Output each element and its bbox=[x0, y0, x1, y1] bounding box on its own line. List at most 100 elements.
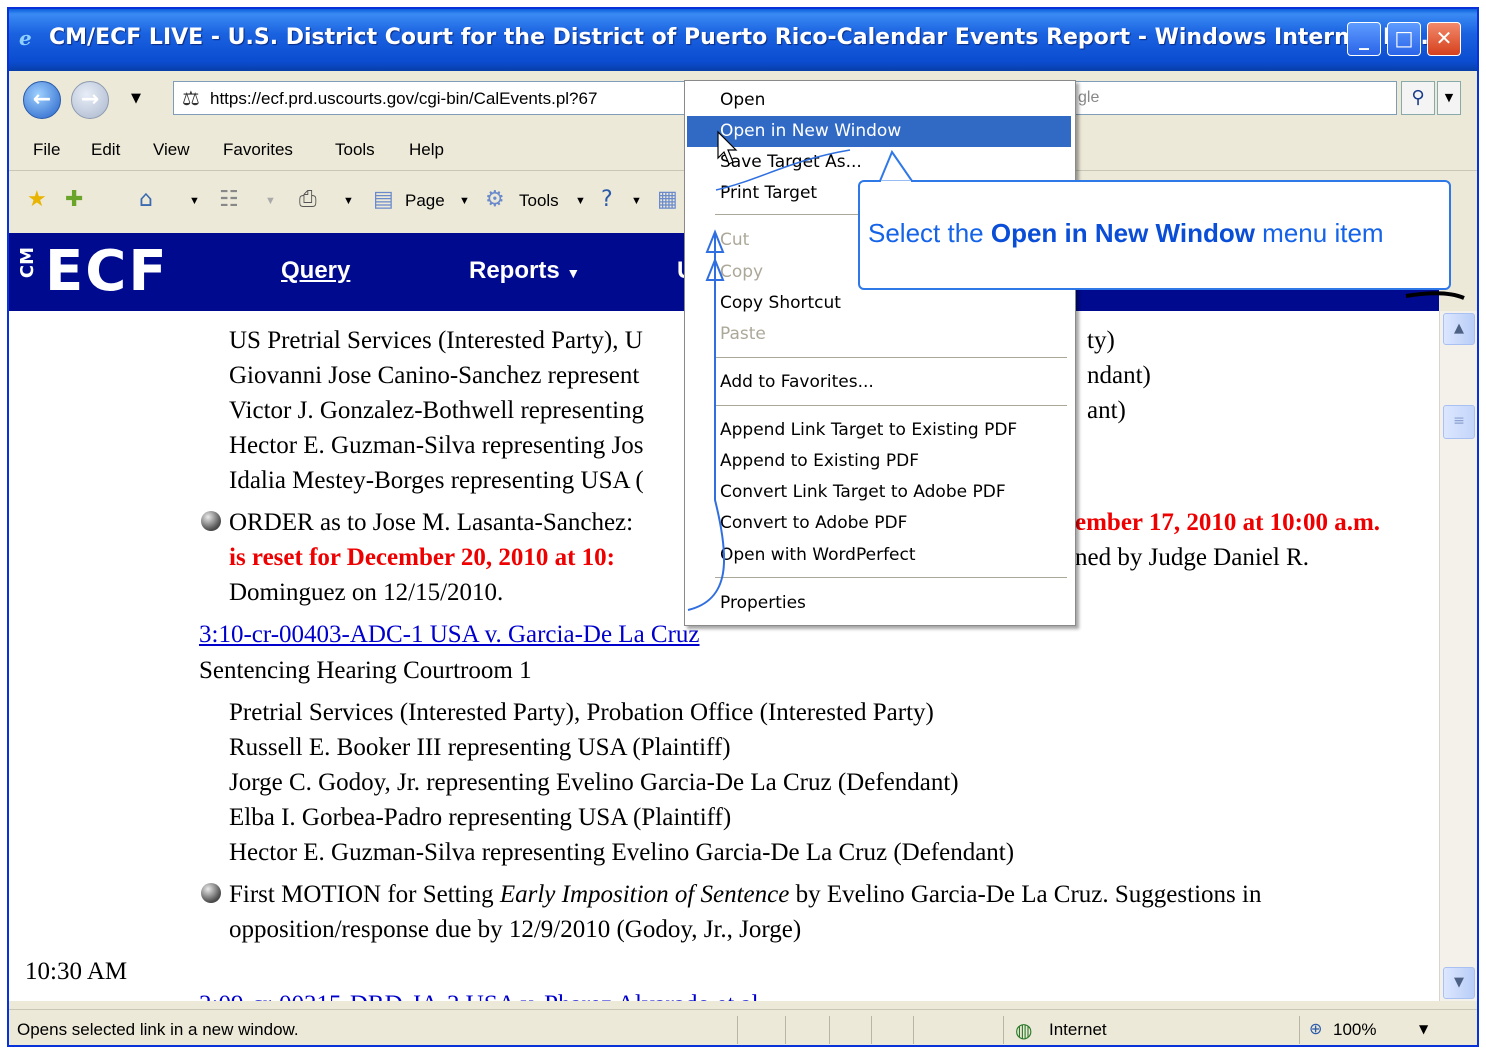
party-line: Victor J. Gonzalez-Bothwell representing bbox=[229, 397, 645, 424]
home-dropdown[interactable]: ▼ bbox=[189, 195, 200, 207]
divider bbox=[1003, 1016, 1004, 1044]
ctx-convert-to-pdf[interactable]: Convert to Adobe PDF bbox=[687, 508, 1071, 539]
menu-edit[interactable]: Edit bbox=[91, 140, 120, 160]
menu-help[interactable]: Help bbox=[409, 140, 444, 160]
divider bbox=[829, 1016, 830, 1044]
close-button[interactable]: ✕ bbox=[1427, 22, 1461, 56]
party-line: Hector E. Guzman-Silva representing Jos bbox=[229, 432, 644, 459]
vertical-scrollbar[interactable]: ▲ ≡ ▼ bbox=[1439, 311, 1477, 1001]
order-signed-text: ned by Judge Daniel R. bbox=[1075, 544, 1309, 571]
globe-icon bbox=[201, 883, 221, 903]
title-bar[interactable]: e CM/ECF LIVE - U.S. District Court for … bbox=[9, 9, 1477, 71]
help-icon[interactable]: ? bbox=[601, 187, 613, 212]
menu-tools[interactable]: Tools bbox=[335, 140, 375, 160]
nav-reports[interactable]: Reports ▼ bbox=[469, 257, 580, 285]
feeds-icon[interactable]: ☷ bbox=[219, 187, 239, 212]
scroll-down-button[interactable]: ▼ bbox=[1443, 967, 1475, 999]
magnifier-icon: ⚲ bbox=[1411, 87, 1425, 108]
ctx-open[interactable]: Open bbox=[687, 85, 1071, 116]
menu-separator bbox=[715, 357, 1067, 358]
party-line: Hector E. Guzman-Silva representing Evel… bbox=[229, 839, 1015, 866]
help-dropdown[interactable]: ▼ bbox=[631, 195, 642, 207]
page-menu[interactable]: Page bbox=[405, 191, 445, 211]
motion-post: by Evelino Garcia-De La Cruz. Suggestion… bbox=[789, 881, 1262, 908]
instruction-callout: Select the Open in New Window menu item bbox=[858, 180, 1451, 290]
ctx-append-to-pdf[interactable]: Append to Existing PDF bbox=[687, 446, 1071, 477]
divider bbox=[785, 1016, 786, 1044]
search-options-dropdown[interactable]: ▼ bbox=[1437, 81, 1461, 115]
context-menu: Open Open in New Window Save Target As..… bbox=[684, 80, 1076, 626]
ctx-open-in-new-window[interactable]: Open in New Window bbox=[687, 116, 1071, 147]
minimize-button[interactable]: _ bbox=[1347, 22, 1381, 56]
security-lock-icon: ⚖ bbox=[182, 86, 200, 110]
menu-view[interactable]: View bbox=[153, 140, 190, 160]
divider bbox=[737, 1016, 738, 1044]
forward-button[interactable]: → bbox=[71, 81, 109, 119]
case-link[interactable]: 3:10-cr-00403-ADC-1 USA v. Garcia-De La … bbox=[199, 621, 700, 649]
research-icon[interactable]: ▦ bbox=[657, 187, 678, 212]
party-line-tail: ant) bbox=[1087, 397, 1126, 424]
feeds-dropdown[interactable]: ▼ bbox=[265, 195, 276, 207]
ctx-copy-shortcut[interactable]: Copy Shortcut bbox=[687, 288, 1071, 319]
motion-text-line2: opposition/response due by 12/9/2010 (Go… bbox=[229, 916, 802, 943]
motion-emphasis: Early Imposition of Sentence bbox=[499, 881, 790, 908]
nav-query[interactable]: Query bbox=[281, 257, 350, 285]
case-link[interactable]: 2:09-cr-00315-DRD-JA-2 USA v. Pharez Alv… bbox=[199, 991, 765, 1001]
page-dropdown[interactable]: ▼ bbox=[459, 195, 470, 207]
print-icon[interactable]: ⎙ bbox=[299, 187, 317, 212]
security-zone: Internet bbox=[1049, 1020, 1107, 1039]
scroll-up-button[interactable]: ▲ bbox=[1443, 313, 1475, 345]
menu-favorites[interactable]: Favorites bbox=[223, 140, 293, 160]
motion-pre: First MOTION for Setting bbox=[229, 881, 500, 908]
party-line: US Pretrial Services (Interested Party),… bbox=[229, 327, 643, 354]
ctx-convert-link-target-pdf[interactable]: Convert Link Target to Adobe PDF bbox=[687, 477, 1071, 508]
chevron-down-icon: ▼ bbox=[566, 265, 581, 281]
party-line: Russell E. Booker III representing USA (… bbox=[229, 734, 731, 761]
status-text: Opens selected link in a new window. bbox=[17, 1020, 299, 1039]
party-line-tail: ty) bbox=[1087, 327, 1115, 354]
party-line: Elba I. Gorbea-Padro representing USA (P… bbox=[229, 804, 732, 831]
order-text: ORDER as to Jose M. Lasanta-Sanchez: bbox=[229, 509, 634, 536]
ctx-open-with-wordperfect[interactable]: Open with WordPerfect bbox=[687, 540, 1071, 571]
ctx-paste: Paste bbox=[720, 324, 766, 344]
motion-text: First MOTION for Setting Early Impositio… bbox=[229, 881, 1261, 909]
tools-dropdown[interactable]: ▼ bbox=[575, 195, 586, 207]
status-bar: Opens selected link in a new window. ◍ I… bbox=[9, 1009, 1477, 1045]
menu-file[interactable]: File bbox=[33, 140, 60, 160]
ctx-append-link-target-pdf[interactable]: Append Link Target to Existing PDF bbox=[687, 415, 1071, 446]
zoom-dropdown[interactable]: ▼ bbox=[1419, 1022, 1428, 1036]
divider bbox=[913, 1016, 914, 1044]
zoom-level[interactable]: 100% bbox=[1333, 1020, 1376, 1040]
search-placeholder: gle bbox=[1078, 89, 1100, 106]
globe-icon bbox=[201, 511, 221, 531]
address-url[interactable]: https://ecf.prd.uscourts.gov/cgi-bin/Cal… bbox=[210, 89, 597, 109]
ecf-logo: ECF bbox=[45, 239, 169, 304]
ctx-add-to-favorites[interactable]: Add to Favorites... bbox=[687, 367, 1071, 398]
maximize-button[interactable]: □ bbox=[1387, 22, 1421, 56]
search-button[interactable]: ⚲ bbox=[1401, 81, 1435, 115]
divider bbox=[1299, 1016, 1300, 1044]
callout-text: Select the Open in New Window menu item bbox=[868, 218, 1384, 249]
scroll-thumb[interactable]: ≡ bbox=[1443, 405, 1475, 439]
order-date-line: Dominguez on 12/15/2010. bbox=[229, 579, 504, 606]
order-reset-text: is reset for December 20, 2010 at 10: bbox=[229, 544, 615, 571]
zoom-icon[interactable]: ⊕ bbox=[1309, 1019, 1322, 1038]
hearing-title: Sentencing Hearing Courtroom 1 bbox=[199, 657, 532, 684]
search-input[interactable]: gle bbox=[1031, 81, 1397, 115]
back-button[interactable]: ← bbox=[23, 81, 61, 119]
divider bbox=[871, 1016, 872, 1044]
window-title: CM/ECF LIVE - U.S. District Court for th… bbox=[49, 25, 1438, 50]
print-dropdown[interactable]: ▼ bbox=[343, 195, 354, 207]
menu-separator bbox=[715, 577, 1067, 578]
ie-logo-icon: e bbox=[19, 26, 32, 50]
ctx-save-target-as[interactable]: Save Target As... bbox=[687, 147, 1071, 178]
tools-menu[interactable]: Tools bbox=[519, 191, 559, 211]
favorites-star-icon[interactable]: ★ bbox=[27, 187, 47, 212]
ctx-properties[interactable]: Properties bbox=[687, 588, 1071, 619]
home-icon[interactable]: ⌂ bbox=[139, 187, 153, 212]
page-icon[interactable]: ▤ bbox=[373, 187, 394, 212]
add-favorite-icon[interactable]: ✚ bbox=[65, 187, 83, 212]
party-line-tail: ndant) bbox=[1087, 362, 1151, 389]
gear-icon[interactable]: ⚙ bbox=[485, 187, 505, 212]
recent-pages-dropdown[interactable]: ▼ bbox=[131, 91, 141, 106]
